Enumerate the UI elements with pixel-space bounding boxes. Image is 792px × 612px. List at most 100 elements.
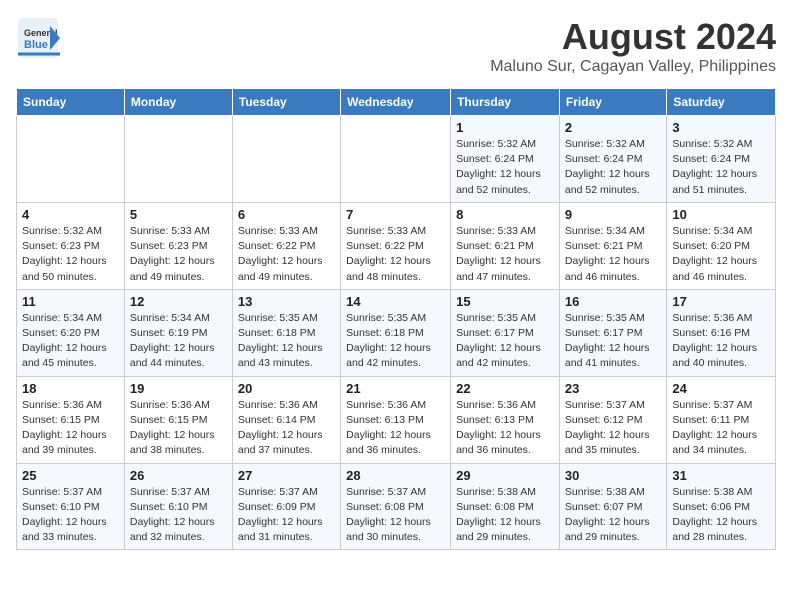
header-sunday: Sunday [17, 89, 125, 116]
calendar-cell: 7 Sunrise: 5:33 AM Sunset: 6:22 PM Daylig… [341, 202, 451, 289]
header-wednesday: Wednesday [341, 89, 451, 116]
week-row-4: 18 Sunrise: 5:36 AM Sunset: 6:15 PM Dayli… [17, 376, 776, 463]
day-info: Sunrise: 5:37 AM Sunset: 6:08 PM Dayligh… [346, 485, 445, 546]
calendar-table: SundayMondayTuesdayWednesdayThursdayFrid… [16, 88, 776, 550]
day-info: Sunrise: 5:38 AM Sunset: 6:06 PM Dayligh… [672, 485, 770, 546]
day-number: 9 [565, 207, 661, 222]
day-number: 31 [672, 468, 770, 483]
calendar-cell: 25 Sunrise: 5:37 AM Sunset: 6:10 PM Dayli… [17, 463, 125, 550]
calendar-cell: 30Sunrise: 5:38 AM Sunset: 6:07 PM Dayli… [559, 463, 666, 550]
week-row-3: 11 Sunrise: 5:34 AM Sunset: 6:20 PM Dayli… [17, 289, 776, 376]
day-number: 22 [456, 381, 554, 396]
day-number: 10 [672, 207, 770, 222]
day-number: 4 [22, 207, 119, 222]
day-number: 12 [130, 294, 227, 309]
day-number: 25 [22, 468, 119, 483]
day-number: 8 [456, 207, 554, 222]
calendar-cell: 26 Sunrise: 5:37 AM Sunset: 6:10 PM Dayli… [124, 463, 232, 550]
day-number: 20 [238, 381, 335, 396]
day-info: Sunrise: 5:37 AM Sunset: 6:10 PM Dayligh… [22, 485, 119, 546]
day-info: Sunrise: 5:36 AM Sunset: 6:13 PM Dayligh… [346, 398, 445, 459]
day-info: Sunrise: 5:37 AM Sunset: 6:09 PM Dayligh… [238, 485, 335, 546]
day-number: 7 [346, 207, 445, 222]
day-info: Sunrise: 5:38 AM Sunset: 6:08 PM Dayligh… [456, 485, 554, 546]
day-number: 11 [22, 294, 119, 309]
day-number: 23 [565, 381, 661, 396]
logo-icon: General Blue [16, 16, 60, 60]
calendar-cell: 21 Sunrise: 5:36 AM Sunset: 6:13 PM Dayli… [341, 376, 451, 463]
day-info: Sunrise: 5:35 AM Sunset: 6:18 PM Dayligh… [238, 311, 335, 372]
day-info: Sunrise: 5:34 AM Sunset: 6:20 PM Dayligh… [672, 224, 770, 285]
day-number: 2 [565, 120, 661, 135]
day-info: Sunrise: 5:34 AM Sunset: 6:19 PM Dayligh… [130, 311, 227, 372]
day-info: Sunrise: 5:32 AM Sunset: 6:24 PM Dayligh… [456, 137, 554, 198]
day-info: Sunrise: 5:37 AM Sunset: 6:12 PM Dayligh… [565, 398, 661, 459]
header-thursday: Thursday [451, 89, 560, 116]
calendar-cell: 1 Sunrise: 5:32 AM Sunset: 6:24 PM Daylig… [451, 116, 560, 203]
week-row-5: 25 Sunrise: 5:37 AM Sunset: 6:10 PM Dayli… [17, 463, 776, 550]
header-monday: Monday [124, 89, 232, 116]
day-info: Sunrise: 5:33 AM Sunset: 6:23 PM Dayligh… [130, 224, 227, 285]
header-tuesday: Tuesday [232, 89, 340, 116]
calendar-cell: 29 Sunrise: 5:38 AM Sunset: 6:08 PM Dayli… [451, 463, 560, 550]
day-info: Sunrise: 5:35 AM Sunset: 6:17 PM Dayligh… [565, 311, 661, 372]
day-info: Sunrise: 5:33 AM Sunset: 6:21 PM Dayligh… [456, 224, 554, 285]
day-number: 5 [130, 207, 227, 222]
day-number: 18 [22, 381, 119, 396]
day-number: 24 [672, 381, 770, 396]
calendar-cell [17, 116, 125, 203]
day-info: Sunrise: 5:35 AM Sunset: 6:17 PM Dayligh… [456, 311, 554, 372]
header-friday: Friday [559, 89, 666, 116]
calendar-cell: 20 Sunrise: 5:36 AM Sunset: 6:14 PM Dayli… [232, 376, 340, 463]
calendar-cell: 15 Sunrise: 5:35 AM Sunset: 6:17 PM Dayli… [451, 289, 560, 376]
calendar-cell: 14Sunrise: 5:35 AM Sunset: 6:18 PM Dayli… [341, 289, 451, 376]
week-row-1: 1 Sunrise: 5:32 AM Sunset: 6:24 PM Daylig… [17, 116, 776, 203]
day-info: Sunrise: 5:33 AM Sunset: 6:22 PM Dayligh… [346, 224, 445, 285]
day-number: 16 [565, 294, 661, 309]
calendar-cell: 22Sunrise: 5:36 AM Sunset: 6:13 PM Dayli… [451, 376, 560, 463]
calendar-cell: 19Sunrise: 5:36 AM Sunset: 6:15 PM Dayli… [124, 376, 232, 463]
svg-text:Blue: Blue [24, 39, 48, 51]
day-number: 26 [130, 468, 227, 483]
week-row-2: 4Sunrise: 5:32 AM Sunset: 6:23 PM Daylig… [17, 202, 776, 289]
day-info: Sunrise: 5:37 AM Sunset: 6:11 PM Dayligh… [672, 398, 770, 459]
calendar-cell: 23 Sunrise: 5:37 AM Sunset: 6:12 PM Dayli… [559, 376, 666, 463]
calendar-cell: 31 Sunrise: 5:38 AM Sunset: 6:06 PM Dayli… [667, 463, 776, 550]
day-info: Sunrise: 5:36 AM Sunset: 6:14 PM Dayligh… [238, 398, 335, 459]
calendar-cell: 2Sunrise: 5:32 AM Sunset: 6:24 PM Daylig… [559, 116, 666, 203]
day-info: Sunrise: 5:37 AM Sunset: 6:10 PM Dayligh… [130, 485, 227, 546]
page-header: General Blue August 2024 Maluno Sur, Cag… [16, 16, 776, 76]
day-number: 1 [456, 120, 554, 135]
day-info: Sunrise: 5:34 AM Sunset: 6:21 PM Dayligh… [565, 224, 661, 285]
day-info: Sunrise: 5:36 AM Sunset: 6:15 PM Dayligh… [22, 398, 119, 459]
day-number: 29 [456, 468, 554, 483]
calendar-cell [124, 116, 232, 203]
calendar-cell: 13Sunrise: 5:35 AM Sunset: 6:18 PM Dayli… [232, 289, 340, 376]
day-number: 19 [130, 381, 227, 396]
calendar-cell: 5 Sunrise: 5:33 AM Sunset: 6:23 PM Daylig… [124, 202, 232, 289]
day-number: 15 [456, 294, 554, 309]
calendar-cell: 8 Sunrise: 5:33 AM Sunset: 6:21 PM Daylig… [451, 202, 560, 289]
calendar-cell: 16 Sunrise: 5:35 AM Sunset: 6:17 PM Dayli… [559, 289, 666, 376]
calendar-cell: 10 Sunrise: 5:34 AM Sunset: 6:20 PM Dayli… [667, 202, 776, 289]
calendar-cell [341, 116, 451, 203]
day-info: Sunrise: 5:33 AM Sunset: 6:22 PM Dayligh… [238, 224, 335, 285]
day-number: 17 [672, 294, 770, 309]
day-number: 28 [346, 468, 445, 483]
calendar-cell: 3Sunrise: 5:32 AM Sunset: 6:24 PM Daylig… [667, 116, 776, 203]
day-info: Sunrise: 5:32 AM Sunset: 6:24 PM Dayligh… [672, 137, 770, 198]
day-number: 14 [346, 294, 445, 309]
calendar-cell: 28 Sunrise: 5:37 AM Sunset: 6:08 PM Dayli… [341, 463, 451, 550]
day-number: 21 [346, 381, 445, 396]
day-info: Sunrise: 5:34 AM Sunset: 6:20 PM Dayligh… [22, 311, 119, 372]
title-block: August 2024 Maluno Sur, Cagayan Valley, … [490, 16, 776, 76]
calendar-cell: 9 Sunrise: 5:34 AM Sunset: 6:21 PM Daylig… [559, 202, 666, 289]
calendar-header-row: SundayMondayTuesdayWednesdayThursdayFrid… [17, 89, 776, 116]
calendar-cell: 4Sunrise: 5:32 AM Sunset: 6:23 PM Daylig… [17, 202, 125, 289]
day-number: 27 [238, 468, 335, 483]
day-info: Sunrise: 5:36 AM Sunset: 6:16 PM Dayligh… [672, 311, 770, 372]
calendar-subtitle: Maluno Sur, Cagayan Valley, Philippines [490, 58, 776, 76]
calendar-title: August 2024 [490, 16, 776, 58]
day-info: Sunrise: 5:38 AM Sunset: 6:07 PM Dayligh… [565, 485, 661, 546]
logo: General Blue [16, 16, 60, 60]
